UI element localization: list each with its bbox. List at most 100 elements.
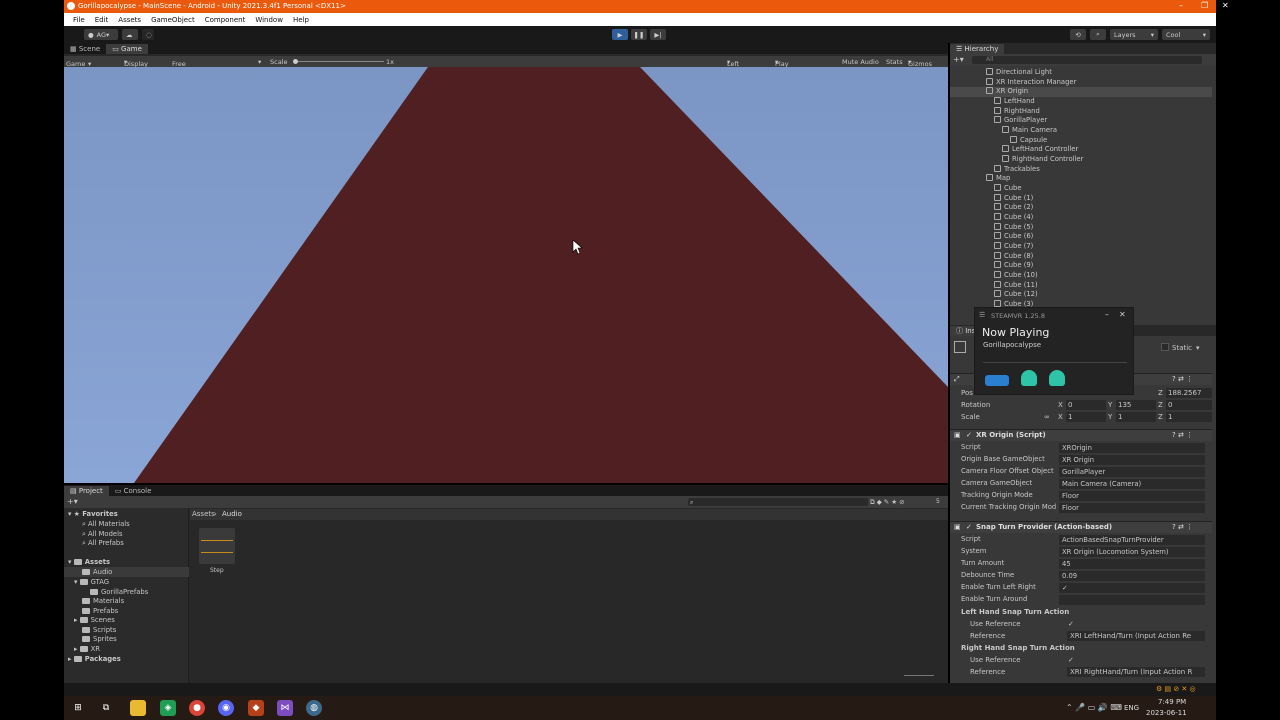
- favorite-item[interactable]: ⌕ All Prefabs: [82, 539, 124, 548]
- hierarchy-item[interactable]: Cube (12): [994, 290, 1038, 300]
- menu-help[interactable]: Help: [288, 16, 314, 24]
- menu-edit[interactable]: Edit: [90, 16, 114, 24]
- link-icon[interactable]: ∞: [1044, 413, 1050, 421]
- filter-icons[interactable]: ⧉ ◆ ✎ ★ ⊘: [870, 498, 905, 507]
- xr-origin-header[interactable]: ▣ ✓ XR Origin (Script) ? ⇄ ⋮: [950, 429, 1212, 441]
- hierarchy-search-input[interactable]: All: [972, 56, 1202, 64]
- play-mode-dropdown[interactable]: Play Focused ▾: [775, 58, 802, 76]
- task-view-icon[interactable]: ⧉: [98, 700, 114, 716]
- maximize-icon[interactable]: ❐: [1201, 1, 1208, 10]
- left-reference-field[interactable]: XRI LeftHand/Turn (Input Action Re: [1067, 631, 1205, 641]
- hierarchy-item[interactable]: Cube (9): [994, 261, 1033, 271]
- folder-prefabs[interactable]: Prefabs: [82, 607, 118, 615]
- snap-turn-header[interactable]: ▣ ✓ Snap Turn Provider (Action-based) ? …: [950, 521, 1212, 533]
- hierarchy-item[interactable]: Capsule: [1010, 135, 1047, 146]
- favorites-header[interactable]: ▾ ★ Favorites: [68, 510, 118, 518]
- inspector-row-value[interactable]: Floor: [1059, 503, 1205, 513]
- scale-y-field[interactable]: 1: [1116, 412, 1156, 422]
- layers-dropdown[interactable]: Layers ▾: [1110, 29, 1158, 40]
- tab-game[interactable]: ▭ Game: [106, 44, 148, 54]
- hierarchy-item[interactable]: Main Camera: [1002, 125, 1057, 136]
- collab-icon[interactable]: ◌: [142, 29, 154, 40]
- hierarchy-item[interactable]: Cube (7): [994, 241, 1033, 252]
- unity-taskbar-icon[interactable]: ◆: [248, 700, 264, 716]
- inspector-row-value[interactable]: XROrigin: [1059, 443, 1205, 453]
- steam-icon[interactable]: ◍: [306, 700, 322, 716]
- hierarchy-item[interactable]: RightHand: [994, 106, 1040, 117]
- inspector-row-value[interactable]: 0.09: [1059, 571, 1205, 581]
- hierarchy-item[interactable]: RightHand Controller: [1002, 154, 1083, 165]
- inspector-row-value[interactable]: Floor: [1059, 491, 1205, 501]
- hierarchy-item[interactable]: Cube (2): [994, 203, 1033, 213]
- menu-assets[interactable]: Assets: [113, 16, 146, 24]
- steamvr-close-icon[interactable]: ✕: [1119, 310, 1126, 319]
- hierarchy-item[interactable]: Cube (4): [994, 212, 1033, 223]
- aspect-chevron-icon[interactable]: ▾: [258, 58, 261, 66]
- folder-materials[interactable]: Materials: [82, 597, 124, 605]
- project-search-input[interactable]: ⌕: [688, 498, 868, 506]
- add-icon[interactable]: +▾: [67, 497, 78, 506]
- game-viewport[interactable]: [64, 67, 948, 483]
- folder-xr[interactable]: ▸ XR: [74, 645, 100, 653]
- position-z-field[interactable]: 188.2567: [1166, 388, 1212, 398]
- enabled-checkbox[interactable]: ✓: [966, 431, 972, 439]
- scale-x-field[interactable]: 1: [1066, 412, 1106, 422]
- hierarchy-item[interactable]: Cube (10): [994, 270, 1038, 281]
- tray-icons[interactable]: ⌃ 🎤 ▭ 🔊 ⌨: [1066, 703, 1122, 712]
- tab-hierarchy[interactable]: ☰ Hierarchy: [950, 44, 1005, 54]
- hierarchy-item[interactable]: Cube (6): [994, 232, 1033, 242]
- layout-dropdown[interactable]: Cool ▾: [1162, 29, 1210, 40]
- chrome-icon[interactable]: ●: [189, 700, 205, 716]
- inspector-row-value[interactable]: XR Origin: [1059, 455, 1205, 465]
- breadcrumb-assets[interactable]: Assets: [192, 510, 215, 518]
- folder-sprites[interactable]: Sprites: [82, 635, 117, 643]
- hierarchy-item[interactable]: Cube (11): [994, 280, 1038, 291]
- static-chevron-icon[interactable]: ▾: [1196, 344, 1200, 352]
- inspector-row-value[interactable]: ✓: [1059, 583, 1205, 593]
- gizmos-dropdown[interactable]: Gizmos ▾: [908, 58, 932, 68]
- language-indicator[interactable]: ENG: [1124, 704, 1139, 712]
- hierarchy-item[interactable]: XR Origin: [986, 87, 1028, 97]
- inspector-row-value[interactable]: [1059, 595, 1205, 605]
- hierarchy-item[interactable]: LeftHand Controller: [1002, 145, 1078, 155]
- display-dropdown[interactable]: Display 1 ▾: [124, 58, 148, 76]
- assets-header[interactable]: ▾ Assets: [68, 558, 110, 566]
- app-green-icon[interactable]: ◈: [160, 700, 176, 716]
- history-icon[interactable]: ⟲: [1070, 29, 1086, 40]
- search-icon[interactable]: ⌕: [1090, 29, 1106, 40]
- right-use-reference-checkbox[interactable]: ✓: [1068, 656, 1074, 664]
- hierarchy-item[interactable]: LeftHand: [994, 96, 1035, 107]
- menu-component[interactable]: Component: [200, 16, 251, 24]
- component-menu-icons[interactable]: ? ⇄ ⋮: [1172, 431, 1193, 439]
- thumbnail-size-slider[interactable]: [904, 675, 934, 676]
- steamvr-minimize-icon[interactable]: –: [1105, 310, 1109, 319]
- discord-icon[interactable]: ◉: [218, 700, 234, 716]
- folder-audio[interactable]: Audio: [82, 568, 112, 576]
- account-dropdown[interactable]: ● AG ▾: [84, 29, 118, 40]
- static-checkbox[interactable]: [1161, 343, 1169, 351]
- menu-gameobject[interactable]: GameObject: [146, 16, 200, 24]
- scale-z-field[interactable]: 1: [1166, 412, 1212, 422]
- inspector-row-value[interactable]: XR Origin (Locomotion System): [1059, 547, 1205, 557]
- tab-console[interactable]: ▭ Console: [109, 486, 158, 496]
- folder-gorillaprefabs[interactable]: GorillaPrefabs: [90, 588, 148, 596]
- rotation-z-field[interactable]: 0: [1166, 400, 1212, 410]
- hierarchy-add-icon[interactable]: +▾: [953, 55, 964, 64]
- inspector-row-value[interactable]: GorillaPlayer: [1059, 467, 1205, 477]
- steamvr-menu-icon[interactable]: ☰: [979, 311, 985, 319]
- favorite-item[interactable]: ⌕ All Models: [82, 530, 123, 539]
- inspector-row-value[interactable]: Main Camera (Camera): [1059, 479, 1205, 489]
- folder-scripts[interactable]: Scripts: [82, 626, 116, 634]
- tab-project[interactable]: ▤ Project: [64, 486, 109, 496]
- hierarchy-item[interactable]: GorillaPlayer: [994, 116, 1047, 126]
- scale-slider[interactable]: [294, 61, 384, 62]
- component-menu-icons[interactable]: ? ⇄ ⋮: [1172, 375, 1193, 383]
- enabled-checkbox[interactable]: ✓: [966, 523, 972, 531]
- hierarchy-item[interactable]: Map: [986, 174, 1010, 184]
- inspector-row-value[interactable]: ActionBasedSnapTurnProvider: [1059, 535, 1205, 545]
- tab-scene[interactable]: ▦ Scene: [64, 44, 106, 54]
- right-reference-field[interactable]: XRI RightHand/Turn (Input Action R: [1067, 667, 1205, 677]
- file-explorer-icon[interactable]: [130, 700, 146, 716]
- pause-button[interactable]: ❚❚: [631, 29, 647, 40]
- folder-scenes[interactable]: ▸ Scenes: [74, 616, 115, 624]
